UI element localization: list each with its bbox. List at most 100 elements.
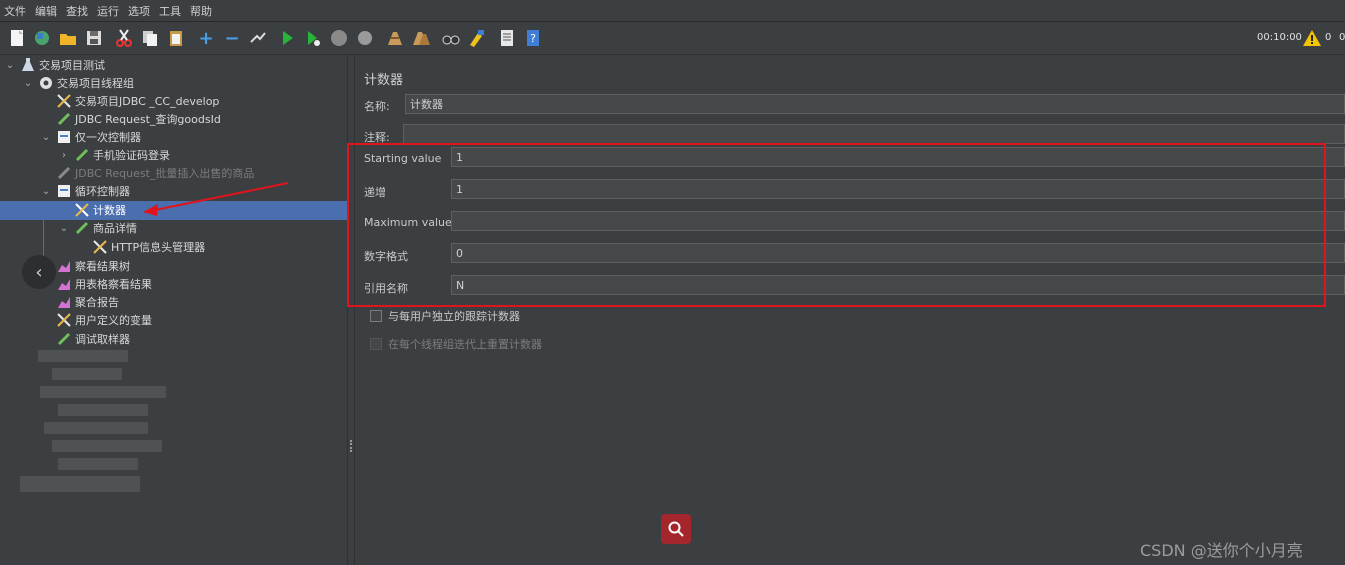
reset-search-icon[interactable]	[467, 28, 487, 48]
pipette-icon	[56, 331, 72, 347]
redacted-row	[58, 404, 148, 416]
tree-node-counter[interactable]: 计数器	[74, 201, 126, 219]
tree-node-test-plan[interactable]: ⌄ 交易项目测试	[4, 56, 105, 74]
chevron-right-icon[interactable]: ›	[58, 150, 70, 161]
watermark: CSDN @送你个小月亮	[1140, 541, 1303, 560]
pipette-icon	[56, 165, 72, 181]
tree-node-label: 用户定义的变量	[75, 314, 152, 327]
tree-node-label: 调试取样器	[75, 333, 130, 346]
tree-node-label: 交易项目JDBC _CC_develop	[75, 95, 220, 108]
clear-all-icon[interactable]	[411, 28, 431, 48]
tree-node-http-header-manager[interactable]: HTTP信息头管理器	[92, 238, 205, 256]
menu-search[interactable]: 查找	[66, 3, 88, 19]
tree-node-label: 仅一次控制器	[75, 131, 141, 144]
tree-node-label: JDBC Request_批量插入出售的商品	[75, 167, 255, 180]
chevron-down-icon[interactable]: ⌄	[40, 132, 52, 143]
wrench-scissors-icon	[74, 202, 90, 218]
stop-icon[interactable]	[329, 28, 349, 48]
chart-icon	[56, 258, 72, 274]
start-no-pauses-icon[interactable]	[303, 28, 323, 48]
chart-icon	[56, 294, 72, 310]
shutdown-icon[interactable]	[355, 28, 375, 48]
clear-icon[interactable]	[385, 28, 405, 48]
chevron-down-icon[interactable]: ⌄	[22, 78, 34, 89]
checkbox-label: 与每用户独立的跟踪计数器	[388, 310, 520, 323]
tree-node-product-detail[interactable]: ⌄ 商品详情	[58, 219, 137, 237]
panel-splitter[interactable]	[347, 55, 355, 565]
pipette-icon	[56, 111, 72, 127]
tree-node-view-results-table[interactable]: 用表格察看结果	[56, 275, 152, 293]
panel-title: 计数器	[364, 73, 404, 88]
tree-node-label: 察看结果树	[75, 260, 130, 273]
name-label: 名称:	[364, 100, 390, 113]
save-icon[interactable]	[84, 28, 104, 48]
tree-node-user-defined-variables[interactable]: 用户定义的变量	[56, 311, 152, 329]
tree-node-label: HTTP信息头管理器	[111, 241, 206, 254]
flask-icon	[20, 57, 36, 73]
cut-icon[interactable]	[114, 28, 134, 48]
checkbox-label: 在每个线程组迭代上重置计数器	[388, 338, 542, 351]
tree-node-jdbc-request-batch[interactable]: JDBC Request_批量插入出售的商品	[56, 164, 254, 182]
collapse-panel-button[interactable]: ‹	[22, 255, 56, 289]
tree-node-jdbc-config[interactable]: 交易项目JDBC _CC_develop	[56, 92, 219, 110]
tree-node-thread-group[interactable]: ⌄ 交易项目线程组	[22, 74, 134, 92]
copy-icon[interactable]	[140, 28, 160, 48]
track-per-user-checkbox[interactable]: 与每用户独立的跟踪计数器	[370, 308, 520, 324]
tree-node-label: JDBC Request_查询goodsId	[75, 113, 221, 126]
tree-node-label: 计数器	[93, 204, 126, 217]
tree-node-once-only-controller[interactable]: ⌄ 仅一次控制器	[40, 128, 141, 146]
tree-node-jdbc-request-query[interactable]: JDBC Request_查询goodsId	[56, 110, 221, 128]
chevron-down-icon[interactable]: ⌄	[58, 223, 70, 234]
binoculars-icon[interactable]	[441, 28, 461, 48]
open-icon[interactable]	[58, 28, 78, 48]
menu-help[interactable]: 帮助	[190, 3, 212, 19]
tree-node-loop-controller[interactable]: ⌄ 循环控制器	[40, 182, 130, 200]
name-field[interactable]: 计数器	[405, 94, 1345, 114]
reset-each-iteration-checkbox[interactable]: 在每个线程组迭代上重置计数器	[370, 336, 542, 352]
checkbox-box[interactable]	[370, 310, 382, 322]
redacted-row	[20, 476, 140, 492]
chevron-left-icon: ‹	[35, 261, 43, 283]
pipette-icon	[74, 220, 90, 236]
chevron-down-icon[interactable]: ⌄	[40, 186, 52, 197]
menu-tools[interactable]: 工具	[159, 3, 181, 19]
pipette-icon	[74, 147, 90, 163]
function-helper-icon[interactable]	[497, 28, 517, 48]
tree-node-label: 交易项目测试	[39, 59, 105, 72]
tree-node-label: 循环控制器	[75, 185, 130, 198]
toggle-icon[interactable]	[248, 28, 268, 48]
templates-icon[interactable]	[32, 28, 52, 48]
redacted-row	[52, 440, 162, 452]
chevron-down-icon[interactable]: ⌄	[4, 60, 16, 71]
menu-run[interactable]: 运行	[97, 3, 119, 19]
test-plan-tree: ⌄ 交易项目测试 ⌄ 交易项目线程组 交易项目JDBC _CC_develop …	[0, 55, 347, 565]
tree-node-view-results-tree[interactable]: 察看结果树	[56, 257, 130, 275]
expand-all-icon[interactable]: +	[196, 28, 216, 49]
menu-edit[interactable]: 编辑	[35, 3, 57, 19]
help-icon[interactable]: ?	[523, 28, 543, 48]
wrench-scissors-icon	[56, 312, 72, 328]
controller-icon	[56, 129, 72, 145]
paste-icon[interactable]	[166, 28, 186, 48]
menu-file[interactable]: 文件	[4, 3, 26, 19]
checkbox-box[interactable]	[370, 338, 382, 350]
collapse-all-icon[interactable]: −	[222, 28, 242, 49]
redacted-row	[58, 458, 138, 470]
tree-node-aggregate-report[interactable]: 聚合报告	[56, 293, 119, 311]
splitter-grip-icon[interactable]	[350, 440, 352, 452]
menu-options[interactable]: 选项	[128, 3, 150, 19]
warning-icon[interactable]	[1302, 28, 1322, 48]
redacted-row	[38, 350, 128, 362]
new-file-icon[interactable]	[7, 28, 27, 48]
tree-node-debug-sampler[interactable]: 调试取样器	[56, 330, 130, 348]
highlight-box	[347, 143, 1326, 307]
comment-field[interactable]	[403, 124, 1345, 144]
counter-config-panel: 计数器 名称: 计数器 注释: Starting value 1 递增 1 Ma…	[355, 55, 1345, 565]
search-button[interactable]	[661, 514, 691, 544]
tree-node-sms-login[interactable]: › 手机验证码登录	[58, 146, 170, 164]
tree-node-label: 手机验证码登录	[93, 149, 170, 162]
start-icon[interactable]	[277, 28, 297, 48]
toolbar: + − ? 00:10:00 0 0	[0, 22, 1345, 55]
chart-icon	[56, 276, 72, 292]
wrench-scissors-icon	[56, 93, 72, 109]
